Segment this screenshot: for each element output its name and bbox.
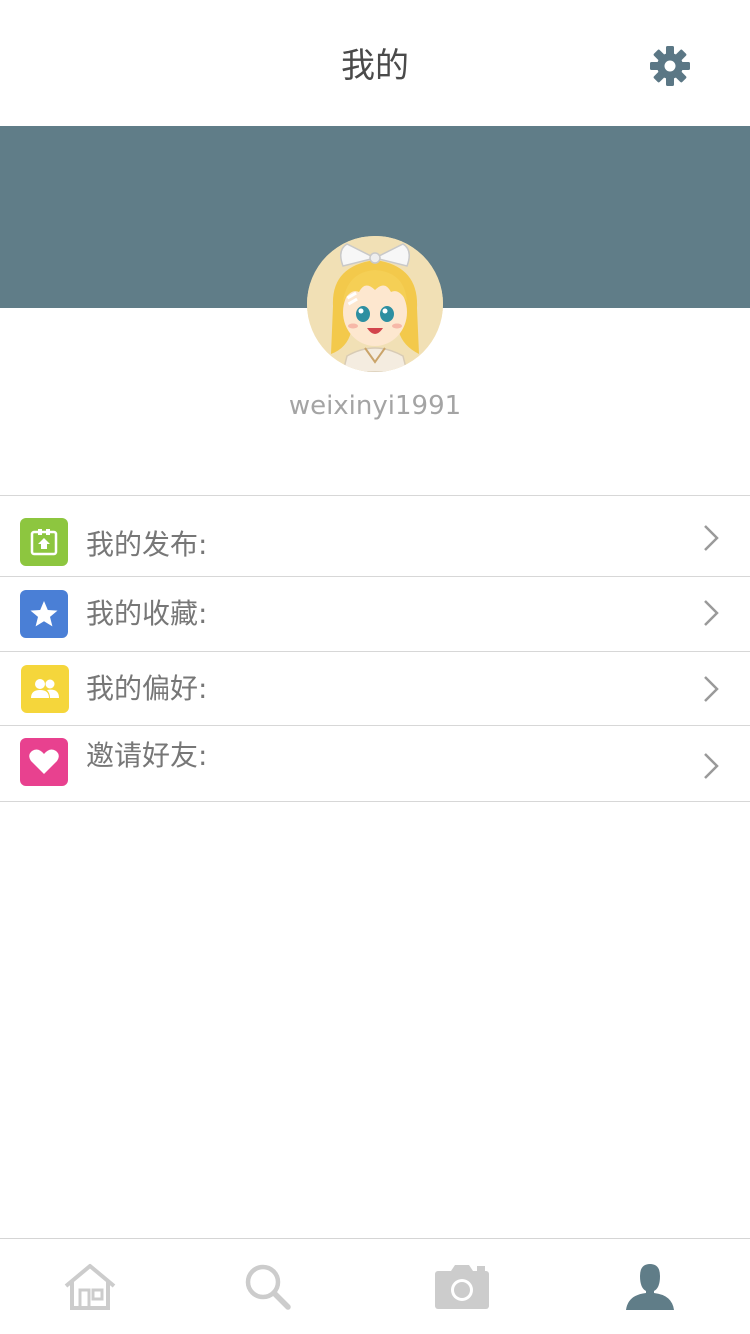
menu-item-label: 我的发布: bbox=[86, 528, 208, 561]
tab-search[interactable] bbox=[228, 1257, 308, 1317]
bottom-tab-bar bbox=[0, 1238, 750, 1334]
chevron-right-icon bbox=[704, 525, 719, 551]
chevron-right-icon bbox=[704, 753, 719, 779]
menu-item-label: 邀请好友: bbox=[86, 739, 208, 772]
menu-list: 我的发布: 我的收藏: 我的偏好: 邀请好友: bbox=[0, 495, 750, 802]
menu-item-favorites[interactable]: 我的收藏: bbox=[0, 577, 750, 652]
avatar[interactable] bbox=[307, 236, 443, 372]
username: weixinyi1991 bbox=[288, 391, 462, 421]
home-icon bbox=[64, 1264, 116, 1310]
page-title: 我的 bbox=[341, 46, 409, 86]
tab-profile[interactable] bbox=[610, 1257, 690, 1317]
menu-item-label: 我的收藏: bbox=[86, 597, 208, 630]
profile-page: 我的 weixinyi1991 我的发布: 我的收藏: 我的偏好: 邀请好友: bbox=[0, 0, 750, 1334]
people-icon bbox=[21, 665, 69, 713]
menu-item-label: 我的偏好: bbox=[86, 672, 208, 705]
heart-icon bbox=[20, 738, 68, 786]
menu-item-invite-friends[interactable]: 邀请好友: bbox=[0, 726, 750, 802]
menu-item-my-posts[interactable]: 我的发布: bbox=[0, 496, 750, 577]
user-icon bbox=[626, 1264, 674, 1310]
star-icon bbox=[20, 590, 68, 638]
menu-item-preferences[interactable]: 我的偏好: bbox=[0, 652, 750, 726]
publish-icon bbox=[20, 518, 68, 566]
gear-icon bbox=[650, 46, 690, 86]
avatar-image bbox=[307, 236, 443, 372]
chevron-right-icon bbox=[704, 676, 719, 702]
nav-header: 我的 bbox=[0, 0, 750, 126]
tab-camera[interactable] bbox=[422, 1257, 502, 1317]
tab-home[interactable] bbox=[50, 1257, 130, 1317]
camera-icon bbox=[435, 1265, 489, 1309]
chevron-right-icon bbox=[704, 600, 719, 626]
settings-button[interactable] bbox=[646, 42, 694, 90]
search-icon bbox=[245, 1264, 291, 1310]
